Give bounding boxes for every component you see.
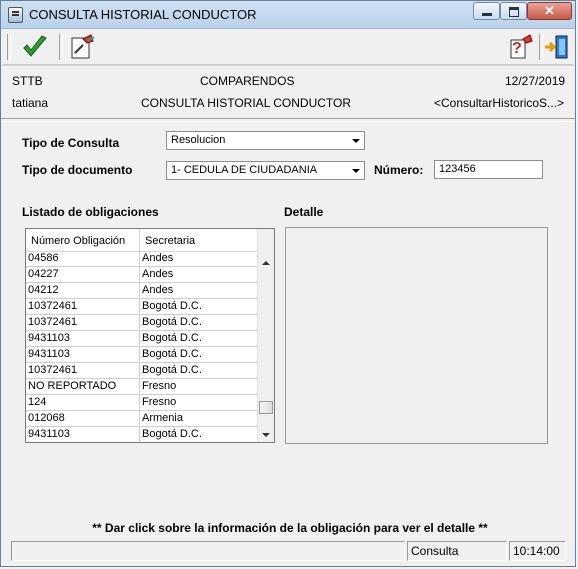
- list-row[interactable]: 012068 Armenia: [26, 411, 257, 427]
- list-row[interactable]: 04227 Andes: [26, 267, 257, 283]
- list-row[interactable]: 9431103 Bogotá D.C.: [26, 347, 257, 363]
- toolbar-separator: [7, 34, 11, 60]
- tipo-consulta-select[interactable]: Resolucion: [166, 131, 365, 150]
- list-row[interactable]: 10372461 Bogotá D.C.: [26, 363, 257, 379]
- close-icon: ✕: [544, 3, 555, 18]
- obligation-number-cell: NO REPORTADO: [26, 379, 140, 394]
- secretaria-cell: Bogotá D.C.: [142, 364, 202, 376]
- obligation-number-cell: 10372461: [26, 363, 140, 378]
- form-id: <ConsultarHistoricoS...>: [434, 96, 565, 110]
- secretaria-cell: Andes: [142, 252, 174, 264]
- status-panel-main: [11, 541, 405, 561]
- secretaria-cell: Armenia: [142, 412, 183, 424]
- secretaria-cell: Andes: [142, 268, 174, 280]
- secretaria-cell: Andes: [142, 284, 174, 296]
- maximize-button[interactable]: [500, 2, 527, 20]
- help-message: ** Dar click sobre la información de la …: [92, 521, 488, 535]
- obligation-number-cell: 10372461: [26, 299, 140, 314]
- header-separator: [1, 118, 575, 122]
- obligation-number-cell: 124: [26, 395, 140, 410]
- secretaria-cell: Bogotá D.C.: [142, 332, 202, 344]
- minimize-button[interactable]: [473, 2, 500, 20]
- obligation-number-cell: 9431103: [26, 347, 140, 362]
- numero-field[interactable]: 123456: [434, 160, 543, 179]
- tipo-documento-label: Tipo de documento: [22, 163, 133, 177]
- secretaria-cell: Fresno: [142, 380, 177, 392]
- column-header-secretaria[interactable]: Secretaria: [140, 229, 257, 251]
- user-name: tatiana: [12, 96, 49, 110]
- scroll-thumb[interactable]: [259, 401, 273, 415]
- scroll-up-icon[interactable]: [262, 261, 270, 265]
- main-window: CONSULTA HISTORIAL CONDUCTOR ✕ ? STTB CO…: [0, 0, 576, 567]
- obligation-number-cell: 012068: [26, 411, 140, 426]
- window-title: CONSULTA HISTORIAL CONDUCTOR: [29, 7, 257, 22]
- scroll-down-icon[interactable]: [262, 433, 270, 437]
- detail-panel: [285, 227, 548, 444]
- status-mode: Consulta: [407, 541, 507, 561]
- obligation-number-cell: 04227: [26, 267, 140, 282]
- list-row[interactable]: NO REPORTADO Fresno: [26, 379, 257, 395]
- current-date: 12/27/2019: [505, 74, 566, 88]
- list-row[interactable]: 9431103 Bogotá D.C.: [26, 331, 257, 347]
- secretaria-cell: Bogotá D.C.: [142, 316, 202, 328]
- close-button[interactable]: ✕: [527, 2, 572, 20]
- obligation-number-cell: 9431103: [26, 427, 140, 442]
- obligations-title: Listado de obligaciones: [22, 205, 159, 219]
- tipo-consulta-label: Tipo de Consulta: [22, 136, 120, 150]
- tipo-consulta-value: Resolucion: [171, 134, 226, 146]
- system-code: STTB: [12, 74, 43, 88]
- help-question-icon[interactable]: ?: [508, 33, 536, 61]
- chevron-down-icon: [352, 139, 360, 143]
- tipo-documento-select[interactable]: 1- CEDULA DE CIUDADANIA: [166, 161, 365, 180]
- secretaria-cell: Fresno: [142, 396, 177, 408]
- chevron-down-icon: [352, 169, 360, 173]
- screen-name: CONSULTA HISTORIAL CONDUCTOR: [141, 96, 352, 110]
- obligation-number-cell: 9431103: [26, 331, 140, 346]
- title-bar: CONSULTA HISTORIAL CONDUCTOR ✕: [1, 1, 575, 29]
- exit-door-icon[interactable]: [543, 33, 571, 61]
- detail-title: Detalle: [284, 205, 324, 219]
- list-row[interactable]: 9431103 Bogotá D.C.: [26, 427, 257, 442]
- obligation-number-cell: 10372461: [26, 315, 140, 330]
- secretaria-cell: Bogotá D.C.: [142, 300, 202, 312]
- document-pen-icon[interactable]: [69, 33, 97, 61]
- secretaria-cell: Bogotá D.C.: [142, 428, 202, 440]
- list-row[interactable]: 10372461 Bogotá D.C.: [26, 315, 257, 331]
- list-row[interactable]: 04586 Andes: [26, 251, 257, 267]
- module-name: COMPARENDOS: [200, 74, 295, 88]
- obligations-list[interactable]: Número Obligación Secretaria 04586 Andes 0…: [25, 228, 275, 443]
- obligation-number-cell: 04212: [26, 283, 140, 298]
- tipo-documento-value: 1- CEDULA DE CIUDADANIA: [171, 164, 318, 176]
- column-header-numero[interactable]: Número Obligación: [26, 229, 140, 251]
- obligation-number-cell: 04586: [26, 251, 140, 266]
- list-row[interactable]: 04212 Andes: [26, 283, 257, 299]
- svg-text:?: ?: [512, 40, 522, 57]
- numero-value: 123456: [439, 163, 476, 175]
- header-divider: [1, 65, 575, 66]
- secretaria-cell: Bogotá D.C.: [142, 348, 202, 360]
- numero-label: Número:: [374, 163, 424, 177]
- list-scrollbar[interactable]: [257, 229, 274, 442]
- list-row[interactable]: 10372461 Bogotá D.C.: [26, 299, 257, 315]
- toolbar: ?: [3, 30, 573, 65]
- toolbar-separator: [59, 34, 63, 60]
- status-time: 10:14:00: [509, 541, 566, 561]
- list-header: Número Obligación Secretaria: [26, 229, 257, 252]
- checkmark-icon[interactable]: [21, 33, 49, 61]
- list-row[interactable]: 124 Fresno: [26, 395, 257, 411]
- app-icon: [8, 7, 23, 23]
